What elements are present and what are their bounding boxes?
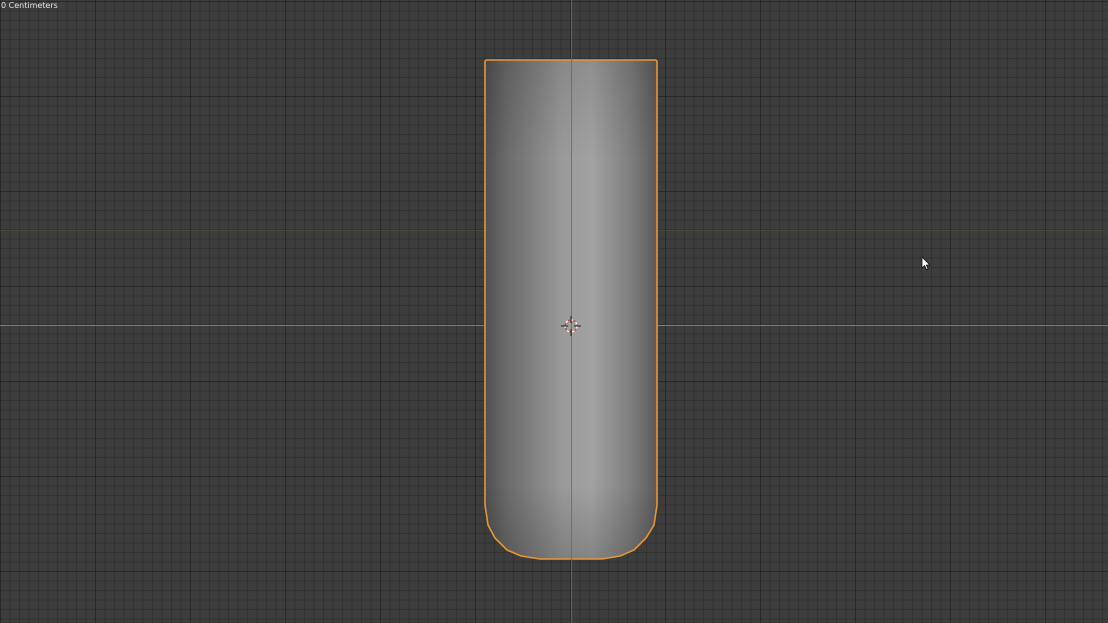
3d-viewport[interactable]: 0 Centimeters <box>0 0 1108 623</box>
mouse-cursor-icon <box>921 256 931 270</box>
viewport-scene <box>0 0 1108 623</box>
